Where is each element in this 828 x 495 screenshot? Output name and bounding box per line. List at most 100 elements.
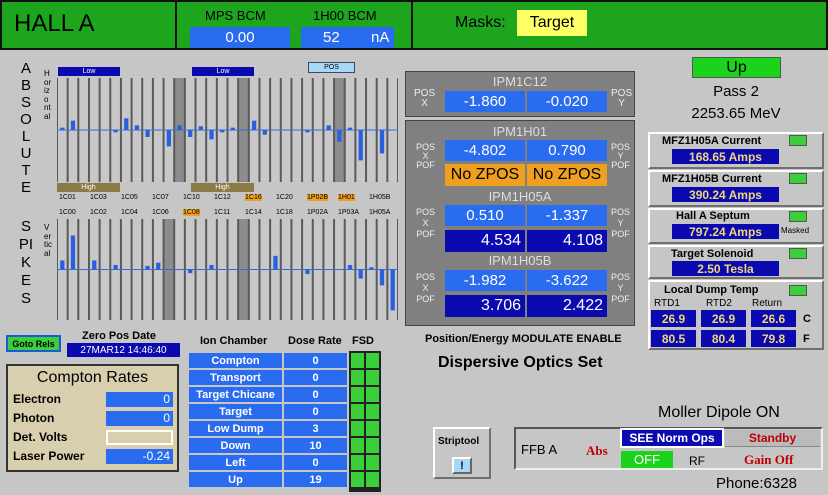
chart-bar: [283, 130, 289, 131]
hall-title: HALL A: [14, 10, 95, 37]
chart-bar: [124, 118, 129, 130]
chart-bar: [145, 265, 150, 270]
zero-pos-label: Zero Pos Date: [82, 330, 156, 342]
axis-label: 1C11: [214, 209, 231, 216]
ipm1h01-pos-x: POS X POF: [416, 143, 435, 170]
fsd-led: [351, 438, 364, 453]
fsd-led: [351, 353, 364, 368]
chart-bar: [369, 130, 374, 131]
zero-pos-date: 27MAR12 14:46:40: [67, 343, 180, 357]
dump-c-1: 26.9: [651, 310, 696, 327]
magnet-value-2: 390.24 Amps: [672, 187, 779, 202]
fsd-led: [351, 387, 364, 402]
masks-value[interactable]: Target: [517, 10, 587, 36]
chart-bar: [347, 264, 353, 270]
ffb-off[interactable]: OFF: [621, 451, 673, 468]
ipm1h01-pos-y: POS Y POF: [611, 143, 630, 170]
pof-r2: POF: [611, 229, 630, 239]
ipm1c12-pos-y: POS Y: [611, 89, 632, 109]
ffb-standby[interactable]: Standby: [725, 430, 820, 447]
axis-label: 1H05B: [369, 194, 391, 201]
ion-header-fsd: FSD: [352, 335, 374, 347]
chart-bar: [198, 126, 203, 130]
chart-bar: [198, 269, 203, 270]
dump-temp-led: [789, 285, 807, 296]
ffb-see-norm-ops[interactable]: SEE Norm Ops: [620, 428, 724, 448]
ipm1h05a-pof-y: 4.108: [527, 230, 607, 252]
ipm1h01-y-value: 0.790: [527, 140, 607, 161]
fsd-led: [366, 438, 379, 453]
chart-bar: [166, 130, 172, 147]
chart-bar: [390, 130, 395, 131]
chart-bar: [102, 269, 108, 270]
h00-bcm-unit: nA: [371, 29, 390, 46]
fsd-led: [366, 370, 379, 385]
chart-bar: [347, 127, 353, 130]
axis-label: 1C20: [276, 194, 293, 201]
mps-bcm-value: 0.00: [190, 27, 290, 48]
chart-bar: [369, 267, 374, 270]
axis-label: 1C12: [214, 194, 231, 201]
chart-bar: [177, 269, 182, 270]
axis-label: 1C16: [245, 194, 262, 201]
magnet-value-4: 2.50 Tesla: [672, 261, 779, 276]
magnet-value-3: 797.24 Amps: [672, 224, 779, 239]
chart-bar: [166, 269, 172, 270]
striptool-button[interactable]: !: [452, 457, 472, 474]
ipm1c12-y-label: Y: [618, 98, 625, 109]
dump-f-1: 80.5: [651, 330, 696, 347]
mps-bcm-label: MPS BCM: [205, 8, 266, 23]
ion-dose-rate: 0: [284, 353, 347, 368]
chart-bar: [283, 269, 289, 270]
chart-bar: [358, 130, 363, 161]
ipm1h01-x-value: -4.802: [445, 140, 525, 161]
horizontal-chart: [57, 78, 398, 182]
fsd-led: [366, 387, 379, 402]
chart-bar: [209, 264, 214, 270]
chart-bar: [113, 130, 118, 133]
compton-laser-label: Laser Power: [13, 449, 85, 463]
fsd-led: [366, 455, 379, 470]
ipm1c12-title: IPM1C12: [492, 74, 548, 89]
chart-bar: [134, 125, 140, 130]
high-tag-2: High: [191, 183, 254, 192]
fsd-led: [351, 404, 364, 419]
fsd-led: [351, 421, 364, 436]
goto-rels-button[interactable]: Goto Rels: [6, 335, 61, 352]
pof-r3: POF: [611, 294, 630, 304]
ion-chamber-name: Target Chicane: [189, 387, 282, 402]
pos-l2: POS: [416, 207, 436, 217]
chart-bar: [81, 130, 86, 131]
chart-bar: [273, 255, 278, 270]
fsd-led: [366, 353, 379, 368]
ion-chamber-name: Compton: [189, 353, 282, 368]
ipm1h05a-x-value: 0.510: [445, 205, 525, 226]
magnet-led-2: [789, 173, 807, 184]
fsd-led: [351, 472, 364, 487]
axis-label: 1C07: [152, 194, 169, 201]
chart-bar: [358, 269, 363, 279]
masks-label: Masks:: [455, 14, 506, 31]
chart-bar: [315, 130, 321, 131]
chart-bar: [273, 130, 278, 131]
magnet-label-4: Target Solenoid: [671, 248, 754, 260]
ipm1h01-zpos-x: No ZPOS: [445, 164, 525, 186]
ipm1h05b-pof-y: 2.422: [527, 295, 607, 317]
ipm1h05a-pof-x: 4.534: [445, 230, 525, 252]
magnet-label-1: MFZ1H05A Current: [662, 135, 762, 147]
ipm1h05a-pos-y: POS Y POF: [611, 207, 630, 240]
magnet-masked: Masked: [781, 226, 810, 235]
dump-rtd1-header: RTD1: [654, 298, 680, 309]
axis-label: 1P03A: [338, 209, 360, 216]
pos-button[interactable]: POS: [308, 62, 355, 73]
h00-bcm-value: 52 nA: [301, 27, 394, 48]
ion-chamber-name: Down: [189, 438, 282, 453]
axis-label: 1C06: [152, 209, 169, 216]
chart-bar: [305, 130, 310, 133]
compton-detvolts-value: [106, 430, 173, 445]
chart-bar: [113, 264, 118, 270]
chart-bar: [134, 269, 140, 270]
x-l2: X: [422, 218, 429, 228]
fsd-led: [351, 455, 364, 470]
dump-c-unit: C: [803, 313, 811, 325]
